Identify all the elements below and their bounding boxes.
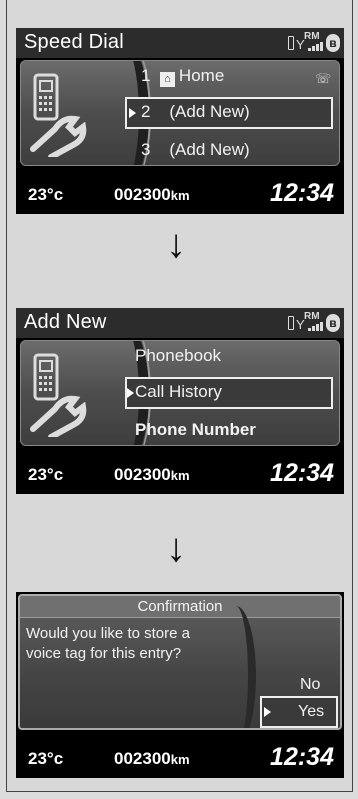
- odometer: 002300km: [114, 185, 190, 204]
- add-new-screen: Add New Y RM ʙ Phonebook Call History Pho…: [16, 308, 344, 494]
- temperature: 23°c: [28, 749, 64, 768]
- dialog-message: Would you like to store a voice tag for …: [26, 625, 190, 662]
- home-icon: ⌂: [159, 72, 175, 87]
- odometer: 002300km: [114, 749, 190, 768]
- screen-title: Add New: [24, 311, 107, 333]
- menu-item-phone-number[interactable]: Phone Number: [135, 417, 256, 443]
- title-bar: Add New Y RM ʙ: [16, 308, 344, 338]
- phone-battery-icon: [288, 316, 294, 330]
- option-no[interactable]: No: [300, 672, 320, 698]
- speed-dial-panel: 1 ⌂ Home ☏ 2 (Add New) 3 (Add New): [20, 60, 340, 166]
- clock: 12:34: [270, 459, 334, 487]
- info-bar: 23°c 002300km 12:34: [16, 740, 344, 776]
- speed-dial-screen: Speed Dial YRM ʙ 1 ⌂Home ☏ 2 (Add New): [16, 28, 344, 214]
- confirmation-dialog: Confirmation Would you like to store a v…: [18, 594, 342, 730]
- voice-tag-icon: ☏: [315, 71, 332, 86]
- temperature: 23°c: [28, 185, 64, 204]
- clock: 12:34: [270, 743, 334, 771]
- confirmation-screen: Confirmation Would you like to store a v…: [16, 592, 344, 778]
- signal-icon: Y RM: [296, 311, 324, 333]
- speed-dial-item-2[interactable]: 2 (Add New): [141, 99, 250, 125]
- odometer: 002300km: [114, 465, 190, 484]
- signal-icon: Y RM: [296, 31, 324, 53]
- selection-arrow-icon: [129, 108, 136, 118]
- screen-title: Speed Dial: [24, 31, 124, 53]
- bluetooth-icon: ʙ: [326, 34, 340, 52]
- speed-dial-item-1[interactable]: 1 ⌂ Home: [141, 63, 224, 89]
- menu-item-phonebook[interactable]: Phonebook: [135, 343, 221, 369]
- info-bar: 23°c 002300km 12:34: [16, 456, 344, 492]
- selection-arrow-icon: [264, 707, 271, 717]
- down-arrow-1: ↓: [166, 222, 186, 266]
- bluetooth-icon: ʙ: [326, 314, 340, 332]
- title-bar: Speed Dial Y RM ʙ: [16, 28, 344, 58]
- temperature: 23°c: [28, 465, 64, 484]
- option-yes[interactable]: Yes: [298, 699, 324, 725]
- decorative-arc: [216, 606, 256, 728]
- menu-item-call-history[interactable]: Call History: [135, 379, 222, 405]
- selection-arrow-icon: [127, 388, 134, 398]
- status-icons: Y RM ʙ: [288, 311, 340, 334]
- status-icons: Y RM ʙ: [288, 31, 340, 54]
- dialog-title: Confirmation: [20, 596, 340, 618]
- phone-battery-icon: [288, 36, 294, 50]
- speed-dial-item-3[interactable]: 3 (Add New): [141, 137, 250, 163]
- clock: 12:34: [270, 179, 334, 207]
- down-arrow-2: ↓: [166, 526, 186, 570]
- add-new-panel: Phonebook Call History Phone Number: [20, 340, 340, 446]
- info-bar: 23°c 002300km 12:34: [16, 176, 344, 212]
